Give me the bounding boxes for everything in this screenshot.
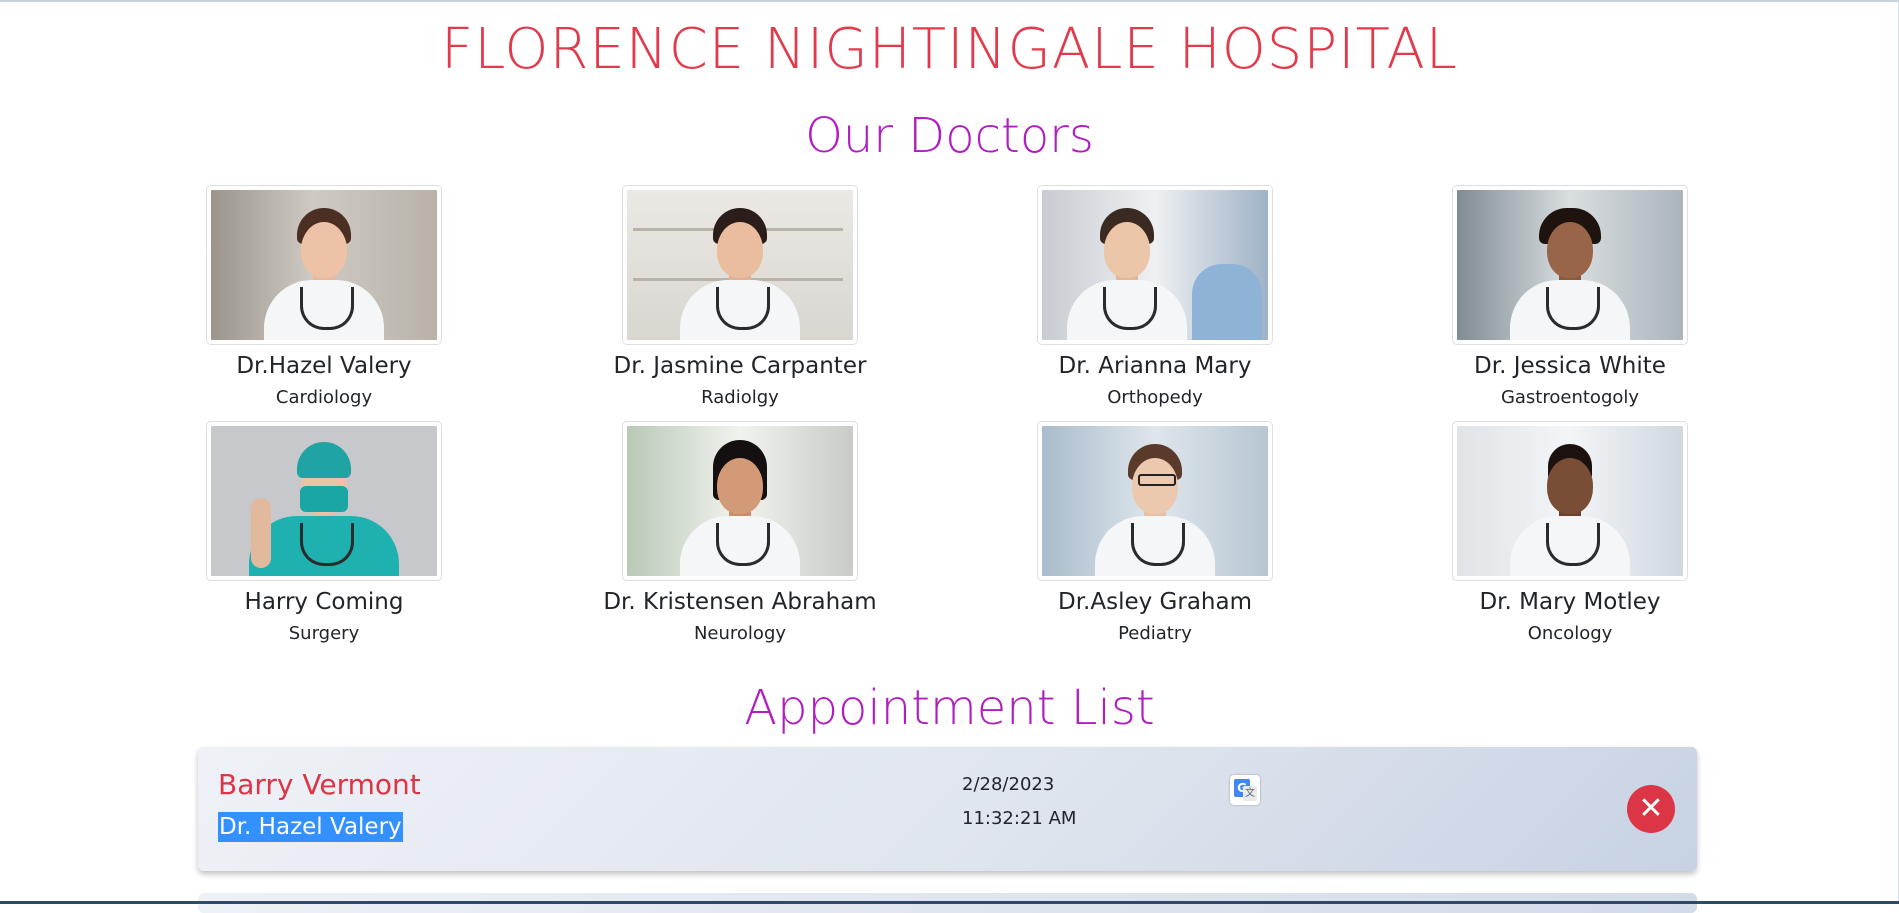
- doctor-name: Dr.Asley Graham: [1058, 589, 1252, 615]
- doctor-name: Dr. Jessica White: [1474, 353, 1666, 379]
- doctor-card: Harry Coming Surgery: [174, 421, 474, 646]
- doctor-department: Orthopedy: [1107, 387, 1203, 408]
- appointment-doctor: Dr. Hazel Valery: [218, 812, 403, 842]
- doctor-name: Dr. Arianna Mary: [1058, 353, 1252, 379]
- doctor-card: Dr. Jessica White Gastroentogoly: [1420, 185, 1720, 410]
- hospital-title: FLORENCE NIGHTINGALE HOSPITAL: [441, 17, 1458, 82]
- doctor-card: Dr. Mary Motley Oncology: [1420, 421, 1720, 646]
- doctor-name: Dr. Mary Motley: [1479, 589, 1661, 615]
- doctor-department: Cardiology: [275, 387, 373, 408]
- doctor-photo: [206, 421, 442, 581]
- appointments-section-title: Appointment List: [744, 680, 1155, 736]
- delete-appointment-button[interactable]: ✕: [1627, 785, 1675, 833]
- doctor-name: Harry Coming: [244, 589, 404, 615]
- patient-name: Barry Vermont: [218, 768, 421, 801]
- doctor-department: Pediatry: [1118, 623, 1192, 644]
- doctor-department: Gastroentogoly: [1500, 387, 1640, 408]
- doctor-card: Dr. Kristensen Abraham Neurology: [590, 421, 890, 646]
- doctor-name: Dr. Kristensen Abraham: [603, 589, 877, 615]
- doctor-photo: [622, 421, 858, 581]
- doctor-photo: [622, 185, 858, 345]
- doctor-photo: [1452, 185, 1688, 345]
- doctor-photo: [1037, 185, 1273, 345]
- doctors-section-title: Our Doctors: [805, 108, 1094, 164]
- doctor-photo: [206, 185, 442, 345]
- appointment-card: Barry Vermont Dr. Hazel Valery 2/28/2023…: [198, 747, 1697, 871]
- doctor-department: Neurology: [693, 623, 787, 644]
- appointment-date: 2/28/2023: [962, 774, 1055, 795]
- doctor-card: Dr. Arianna Mary Orthopedy: [1005, 185, 1305, 410]
- doctor-department: Surgery: [288, 623, 360, 644]
- doctor-photo: [1452, 421, 1688, 581]
- doctor-name: Dr. Jasmine Carpanter: [613, 353, 867, 379]
- appointment-time: 11:32:21 AM: [962, 808, 1077, 829]
- doctor-card: Dr. Jasmine Carpanter Radiolgy: [590, 185, 890, 410]
- google-translate-icon[interactable]: G 文: [1230, 775, 1260, 805]
- doctor-card: Dr.Hazel Valery Cardiology: [174, 185, 474, 410]
- top-border: [0, 0, 1899, 2]
- doctor-department: Radiolgy: [701, 387, 779, 408]
- doctor-photo: [1037, 421, 1273, 581]
- doctor-card: Dr.Asley Graham Pediatry: [1005, 421, 1305, 646]
- doctor-name: Dr.Hazel Valery: [236, 353, 412, 379]
- doctor-department: Oncology: [1527, 623, 1613, 644]
